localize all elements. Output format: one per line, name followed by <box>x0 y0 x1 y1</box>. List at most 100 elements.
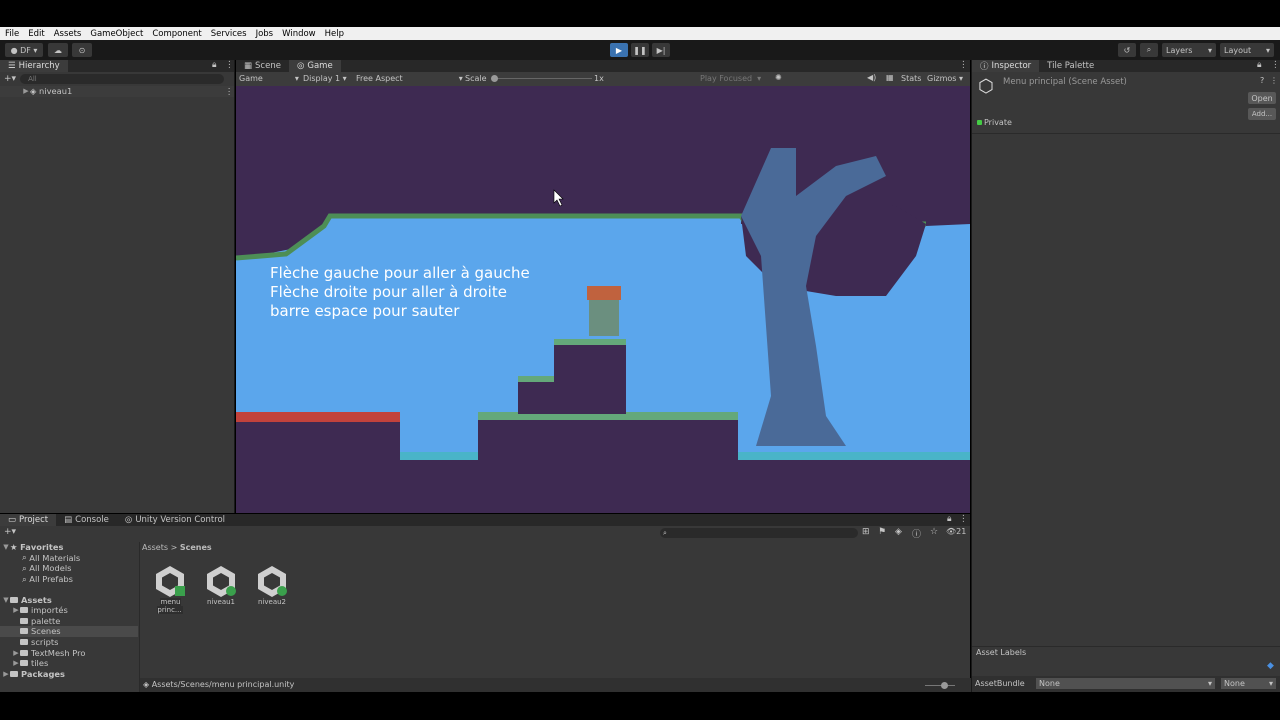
scale-slider[interactable] <box>492 78 592 79</box>
tab-game[interactable]: ◎ Game <box>288 60 341 72</box>
aspect-dropdown[interactable]: Free Aspect ▾ <box>356 74 463 83</box>
collab-icon[interactable]: ⊙ <box>72 43 92 57</box>
display-mode-dropdown[interactable]: Game ▾ <box>239 74 299 83</box>
grid-icon[interactable]: ▦ <box>886 73 894 82</box>
account-button[interactable]: ● DF ▾ <box>5 43 43 57</box>
cloud-icon[interactable]: ☁ <box>48 43 68 57</box>
game-canvas[interactable]: Flèche gauche pour aller à gauche Flèche… <box>236 86 970 513</box>
folder-palette[interactable]: palette <box>0 616 138 627</box>
play-focused-dropdown[interactable]: Play Focused ▾ <box>700 74 761 83</box>
assets-row[interactable]: ▼ Assets <box>0 594 138 605</box>
view-kebab-icon[interactable]: ⋮ <box>959 60 968 70</box>
hierarchy-search-input[interactable]: All <box>20 74 224 84</box>
folder-scenes[interactable]: Scenes <box>0 626 138 637</box>
pause-button[interactable]: ❚❚ <box>631 43 649 57</box>
warning-icon[interactable]: ⓘ <box>912 527 921 540</box>
folder-icon <box>20 628 28 635</box>
step-button[interactable]: ▶| <box>652 43 670 57</box>
project-kebab-icon[interactable]: ⋮ <box>959 514 968 524</box>
tab-project[interactable]: ▭ Project <box>0 514 57 526</box>
folder-textmesh-pro[interactable]: ▶ TextMesh Pro <box>0 647 138 658</box>
expand-icon[interactable]: ▶ <box>12 649 20 657</box>
menu-edit[interactable]: Edit <box>28 29 44 39</box>
menu-file[interactable]: File <box>5 29 19 39</box>
folder-scripts-label: scripts <box>31 637 59 648</box>
menu-component[interactable]: Component <box>152 29 201 39</box>
menu-services[interactable]: Services <box>211 29 247 39</box>
variant-dropdown[interactable]: None ▾ <box>1221 678 1276 689</box>
layout-dropdown[interactable]: Layout ▾ <box>1220 43 1274 57</box>
game-view-panel: ▦ Scene ◎ Game ⋮ Game ▾ Display 1 ▾ Free As… <box>236 60 970 513</box>
expand-assets-icon[interactable]: ▼ <box>2 596 10 604</box>
menu-assets[interactable]: Assets <box>54 29 82 39</box>
expand-packages-icon[interactable]: ▶ <box>2 670 10 678</box>
open-button[interactable]: Open <box>1248 92 1276 104</box>
icon-size-slider[interactable] <box>925 685 955 686</box>
hierarchy-scene-row[interactable]: ▶ ◈ niveau1 ⋮ <box>0 86 234 97</box>
tab-inspector[interactable]: ⓘ Inspector <box>972 60 1040 72</box>
asset-menu-principal[interactable]: menu princ... <box>148 564 192 614</box>
menu-help[interactable]: Help <box>325 29 344 39</box>
folder-scenes-label: Scenes <box>31 626 61 637</box>
folder-scripts[interactable]: scripts <box>0 637 138 648</box>
fav-all-prefabs[interactable]: ⌕ All Prefabs <box>0 574 138 585</box>
folder-icon <box>20 639 28 646</box>
variant-value: None <box>1224 679 1245 688</box>
project-search-input[interactable]: ⌕ <box>660 528 858 538</box>
gizmos-dropdown[interactable]: Gizmos ▾ <box>927 74 963 83</box>
inspector-lock-icon[interactable]: 🔒︎ <box>1257 60 1262 70</box>
fav-all-materials[interactable]: ⌕ All Materials <box>0 552 138 564</box>
expand-favorites-icon[interactable]: ▼ <box>2 543 10 551</box>
tag-filter-icon[interactable]: ◈ <box>895 527 902 537</box>
expand-icon[interactable]: ▶ <box>12 659 20 667</box>
add-icon[interactable]: +▾ <box>4 74 16 84</box>
tab-console[interactable]: ▤ Console <box>56 514 117 526</box>
expand-icon[interactable]: ▶ <box>12 606 20 614</box>
menu-gameobject[interactable]: GameObject <box>90 29 143 39</box>
icon-size-slider-handle[interactable] <box>941 682 948 689</box>
tab-version-control[interactable]: ◎ Unity Version Control <box>117 514 233 526</box>
kebab-menu-icon[interactable]: ⋮ <box>225 60 234 70</box>
fav-all-models[interactable]: ⌕ All Models <box>0 563 138 574</box>
tab-hierarchy[interactable]: ☰ Hierarchy <box>0 60 68 72</box>
display-dropdown[interactable]: Display 1 ▾ <box>303 74 347 83</box>
scale-slider-handle[interactable] <box>491 75 498 82</box>
asset-niveau1[interactable]: niveau1 <box>199 564 243 606</box>
filter-type-icon[interactable]: ⊞ <box>862 527 870 537</box>
favorites-row[interactable]: ▼ ★ Favorites <box>0 542 138 553</box>
folder-importes[interactable]: ▶ importés <box>0 605 138 616</box>
audio-icon[interactable]: ◀) <box>867 73 876 82</box>
help-icon[interactable]: ? <box>1260 76 1264 85</box>
play-button[interactable]: ▶ <box>610 43 628 57</box>
folder-textmesh-pro-label: TextMesh Pro <box>31 647 86 658</box>
stats-button[interactable]: Stats <box>901 74 921 83</box>
tab-tile-palette[interactable]: Tile Palette <box>1039 60 1102 72</box>
assetbundle-dropdown[interactable]: None ▾ <box>1036 678 1215 689</box>
add-button[interactable]: Add... <box>1248 108 1276 120</box>
main-toolbar: ● DF ▾ ☁ ⊙ ▶ ❚❚ ▶| ↺ ⌕ Layers ▾ Layout ▾ <box>0 40 1280 60</box>
bug-icon[interactable]: ✺ <box>775 73 782 82</box>
folder-tiles[interactable]: ▶ tiles <box>0 658 138 669</box>
favorite-star-icon[interactable]: ☆ <box>930 527 938 537</box>
layers-dropdown[interactable]: Layers ▾ <box>1162 43 1216 57</box>
tab-scene[interactable]: ▦ Scene <box>236 60 289 72</box>
project-lock-icon[interactable]: 🔒︎ <box>947 514 952 524</box>
lock-icon[interactable]: 🔒︎ <box>212 60 217 70</box>
menu-window[interactable]: Window <box>282 29 316 39</box>
packages-row[interactable]: ▶ Packages <box>0 669 138 680</box>
expand-icon[interactable]: ▶ <box>22 87 30 95</box>
search-icon[interactable]: ⌕ <box>1140 43 1158 57</box>
breadcrumb-assets[interactable]: Assets <box>142 543 168 552</box>
tag-icon[interactable]: ◆ <box>1267 661 1274 671</box>
menu-jobs[interactable]: Jobs <box>256 29 274 39</box>
settings-icon[interactable]: ⋮ <box>1270 76 1278 85</box>
filter-label-icon[interactable]: ⚑ <box>878 527 886 537</box>
private-checkbox[interactable] <box>977 120 982 125</box>
play-focused-label: Play Focused <box>700 74 753 83</box>
project-add-icon[interactable]: +▾ <box>4 527 16 537</box>
inspector-kebab-icon[interactable]: ⋮ <box>1271 60 1280 70</box>
scene-kebab-icon[interactable]: ⋮ <box>225 86 233 96</box>
asset-niveau2[interactable]: niveau2 <box>250 564 294 606</box>
history-icon[interactable]: ↺ <box>1118 43 1136 57</box>
breadcrumb-scenes[interactable]: Scenes <box>180 543 212 552</box>
